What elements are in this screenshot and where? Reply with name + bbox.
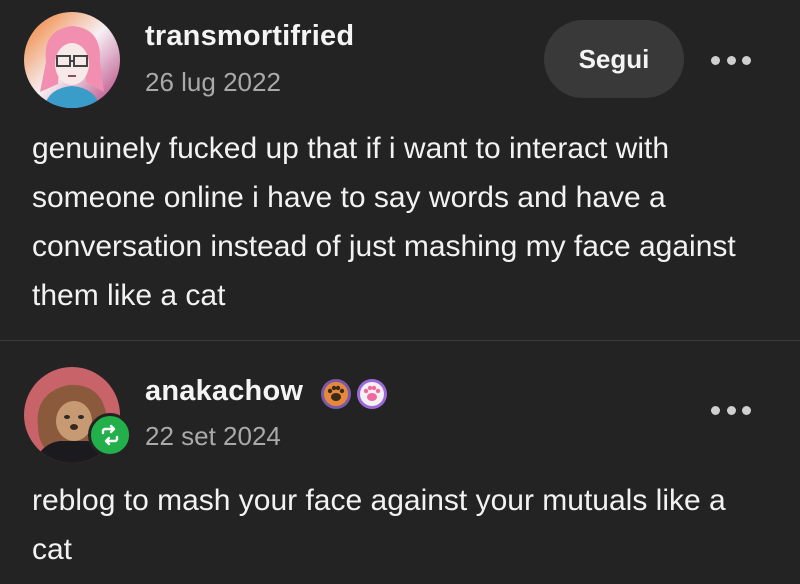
post-date[interactable]: 26 lug 2022 xyxy=(145,67,281,98)
reblog-arrows-icon xyxy=(101,424,119,446)
dot xyxy=(742,55,751,65)
username[interactable]: anakachow xyxy=(145,375,303,408)
more-options-icon[interactable] xyxy=(711,400,751,420)
dot xyxy=(711,405,720,415)
avatar-image xyxy=(24,12,120,108)
dot xyxy=(726,405,736,415)
follow-button[interactable]: Segui xyxy=(544,20,684,98)
more-options-icon[interactable] xyxy=(711,50,751,70)
post-date[interactable]: 22 set 2024 xyxy=(145,421,281,452)
dot xyxy=(726,55,736,65)
dot xyxy=(711,55,720,65)
user-badges xyxy=(320,378,388,410)
original-post: transmortifried 26 lug 2022 Segui genuin… xyxy=(0,0,800,340)
post-body: genuinely fucked up that if i want to in… xyxy=(32,132,736,312)
dot xyxy=(742,405,751,415)
post-body: reblog to mash your face against your mu… xyxy=(32,484,726,566)
follow-button-label: Segui xyxy=(578,43,650,74)
reblog-icon xyxy=(88,413,132,457)
username[interactable]: transmortifried xyxy=(145,20,354,53)
avatar-transmortifried[interactable] xyxy=(24,12,120,108)
paw-badge-pink-icon[interactable] xyxy=(356,378,388,410)
reblog-post: anakachow 22 set 2024 reblog to mash you… xyxy=(0,341,800,584)
paw-badge-orange-icon[interactable] xyxy=(320,378,352,410)
